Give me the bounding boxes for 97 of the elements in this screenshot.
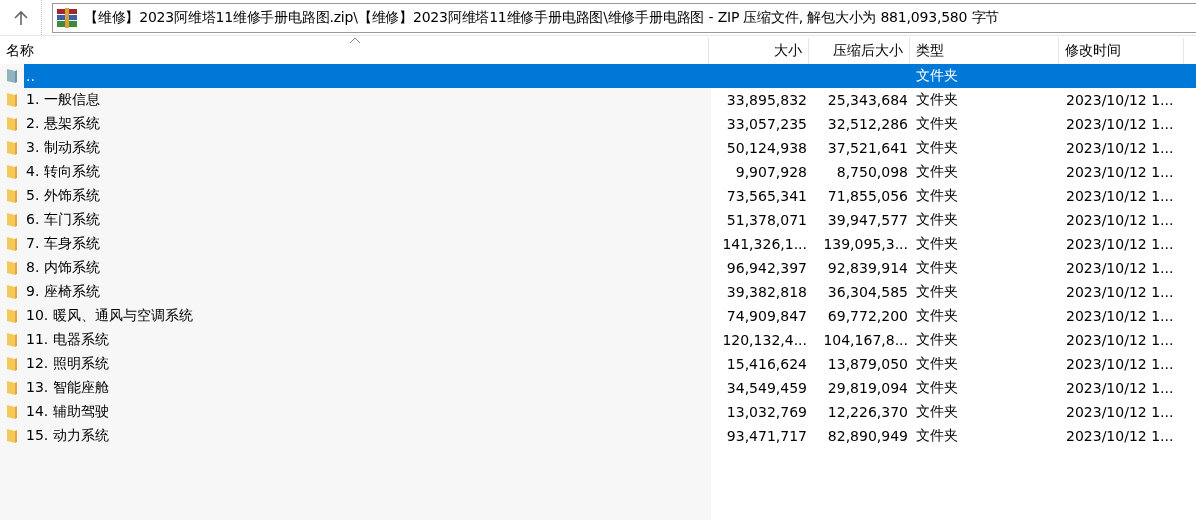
table-cell-text: 39,947,577 [826, 211, 909, 230]
folder-icon [6, 404, 18, 420]
table-cell[interactable]: 1. 一般信息 [24, 88, 711, 112]
table-cell-text: 92,839,914 [826, 259, 909, 278]
folder-icon [6, 212, 18, 228]
table-cell-text: 文件夹 [915, 330, 959, 349]
table-cell-text: 文件夹 [915, 138, 959, 157]
table-cell-text: 2023/10/12 1... [1065, 331, 1175, 350]
folder-icon [6, 308, 18, 324]
table-cell-text: 2023/10/12 1... [1065, 403, 1175, 422]
table-cell-text: 32,512,286 [826, 115, 909, 134]
table-cell-text: 120,132,4... [721, 331, 808, 350]
path-text: 【维修】2023阿维塔11维修手册电路图.zip\【维修】2023阿维塔11维修手册电路图\维修手册电路图 - ZIP 压缩文件, 解包大小为 881,093,580 字节 [84, 8, 1000, 27]
table-cell[interactable]: 4. 转向系统 [24, 160, 711, 184]
table-cell[interactable]: 13. 智能座舱 [24, 376, 711, 400]
table-cell-text: 文件夹 [915, 90, 959, 109]
table-cell-text: 33,057,235 [725, 115, 808, 134]
table-cell-text: 104,167,8... [822, 331, 909, 350]
table-cell-text: 141,326,1... [721, 235, 808, 254]
table-cell-text: 2023/10/12 1... [1065, 283, 1175, 302]
table-cell-text: 文件夹 [915, 306, 959, 325]
table-cell-text: 82,890,949 [826, 427, 909, 446]
table-cell[interactable]: 11. 电器系统 [24, 328, 711, 352]
table-cell-text: 39,382,818 [725, 283, 808, 302]
table-cell-text: 73,565,341 [725, 187, 808, 206]
table-cell-text: 文件夹 [915, 354, 959, 373]
folder-icon [6, 332, 18, 348]
table-cell-text: 2023/10/12 1... [1065, 115, 1175, 134]
table-cell[interactable]: 15. 动力系统 [24, 424, 711, 448]
table-cell[interactable]: 10. 暖风、通风与空调系统 [24, 304, 711, 328]
folder-icon [6, 188, 18, 204]
table-cell[interactable]: 7. 车身系统 [24, 232, 711, 256]
table-cell-text: 37,521,641 [826, 139, 909, 158]
table-cell-text: 96,942,397 [725, 259, 808, 278]
table-cell-text: 139,095,3... [822, 235, 909, 254]
table-cell-text: 文件夹 [915, 426, 959, 445]
table-cell-text: 8,750,098 [835, 163, 909, 182]
table-cell-text: 15,416,624 [725, 355, 808, 374]
table-cell-text: 34,549,459 [725, 379, 808, 398]
folder-icon [6, 164, 18, 180]
folder-icon [6, 356, 18, 372]
table-cell-text: 文件夹 [915, 258, 959, 277]
table-cell[interactable]: 2. 悬架系统 [24, 112, 711, 136]
table-cell-text: 2023/10/12 1... [1065, 163, 1175, 182]
table-cell-text: 文件夹 [915, 282, 959, 301]
table-cell-text: 2023/10/12 1... [1065, 379, 1175, 398]
table-cell-text: 13,032,769 [725, 403, 808, 422]
table-cell-text: 文件夹 [915, 210, 959, 229]
table-cell[interactable]: 9. 座椅系统 [24, 280, 711, 304]
folder-icon [6, 380, 18, 396]
folder-icon [6, 284, 18, 300]
table-cell-text: 36,304,585 [826, 283, 909, 302]
table-cell-text: 51,378,071 [725, 211, 808, 230]
table-cell-text: 74,909,847 [725, 307, 808, 326]
address-field[interactable]: 【维修】2023阿维塔11维修手册电路图.zip\【维修】2023阿维塔11维修手册电路图\维修手册电路图 - ZIP 压缩文件, 解包大小为 881,093,580 字节 [52, 2, 1196, 33]
table-cell-text: 9,907,928 [734, 163, 808, 182]
table-cell-text: 93,471,717 [725, 427, 808, 446]
table-cell[interactable]: 12. 照明系统 [24, 352, 711, 376]
table-cell-text: 25,343,684 [826, 91, 909, 110]
table-cell-text: 文件夹 [915, 234, 959, 253]
table-cell-text: 文件夹 [915, 114, 959, 133]
folder-icon [6, 236, 18, 252]
table-cell-text: 文件夹 [915, 162, 959, 181]
folder-icon [6, 116, 18, 132]
table-cell-text: 29,819,094 [826, 379, 909, 398]
table-cell-text: 2023/10/12 1... [1065, 355, 1175, 374]
table-cell-text: 文件夹 [915, 186, 959, 205]
table-cell[interactable]: 14. 辅助驾驶 [24, 400, 711, 424]
table-cell-text: 2023/10/12 1... [1065, 211, 1175, 230]
table-cell[interactable]: .. [24, 64, 711, 88]
table-cell[interactable]: 8. 内饰系统 [24, 256, 711, 280]
archive-books-icon [56, 7, 78, 28]
table-cell-text: 33,895,832 [725, 91, 808, 110]
folder-icon [6, 92, 18, 108]
folder-icon [6, 68, 18, 84]
table-cell-text: 2023/10/12 1... [1065, 235, 1175, 254]
up-arrow-icon [12, 9, 29, 26]
table-cell-text: 文件夹 [915, 378, 959, 397]
table-cell-text: 2023/10/12 1... [1065, 187, 1175, 206]
table-cell-text: 2023/10/12 1... [1065, 427, 1175, 446]
table-cell-text: 69,772,200 [826, 307, 909, 326]
table-cell[interactable]: 6. 车门系统 [24, 208, 711, 232]
table-cell: 文件夹 [912, 64, 1062, 88]
table-cell-text: 12,226,370 [826, 403, 909, 422]
table-cell-text: 50,124,938 [725, 139, 808, 158]
table-cell-text: 2023/10/12 1... [1065, 91, 1175, 110]
folder-icon [6, 428, 18, 444]
table-cell-text: 71,855,056 [826, 187, 909, 206]
table-cell-text: 2023/10/12 1... [1065, 139, 1175, 158]
table-cell-text: 文件夹 [915, 402, 959, 421]
table-cell-text: 13,879,050 [826, 355, 909, 374]
table-cell-text: 2023/10/12 1... [1065, 307, 1175, 326]
table-cell[interactable]: 3. 制动系统 [24, 136, 711, 160]
folder-icon [6, 260, 18, 276]
table-cell[interactable]: 5. 外饰系统 [24, 184, 711, 208]
folder-icon [6, 140, 18, 156]
table-cell-text: 2023/10/12 1... [1065, 259, 1175, 278]
